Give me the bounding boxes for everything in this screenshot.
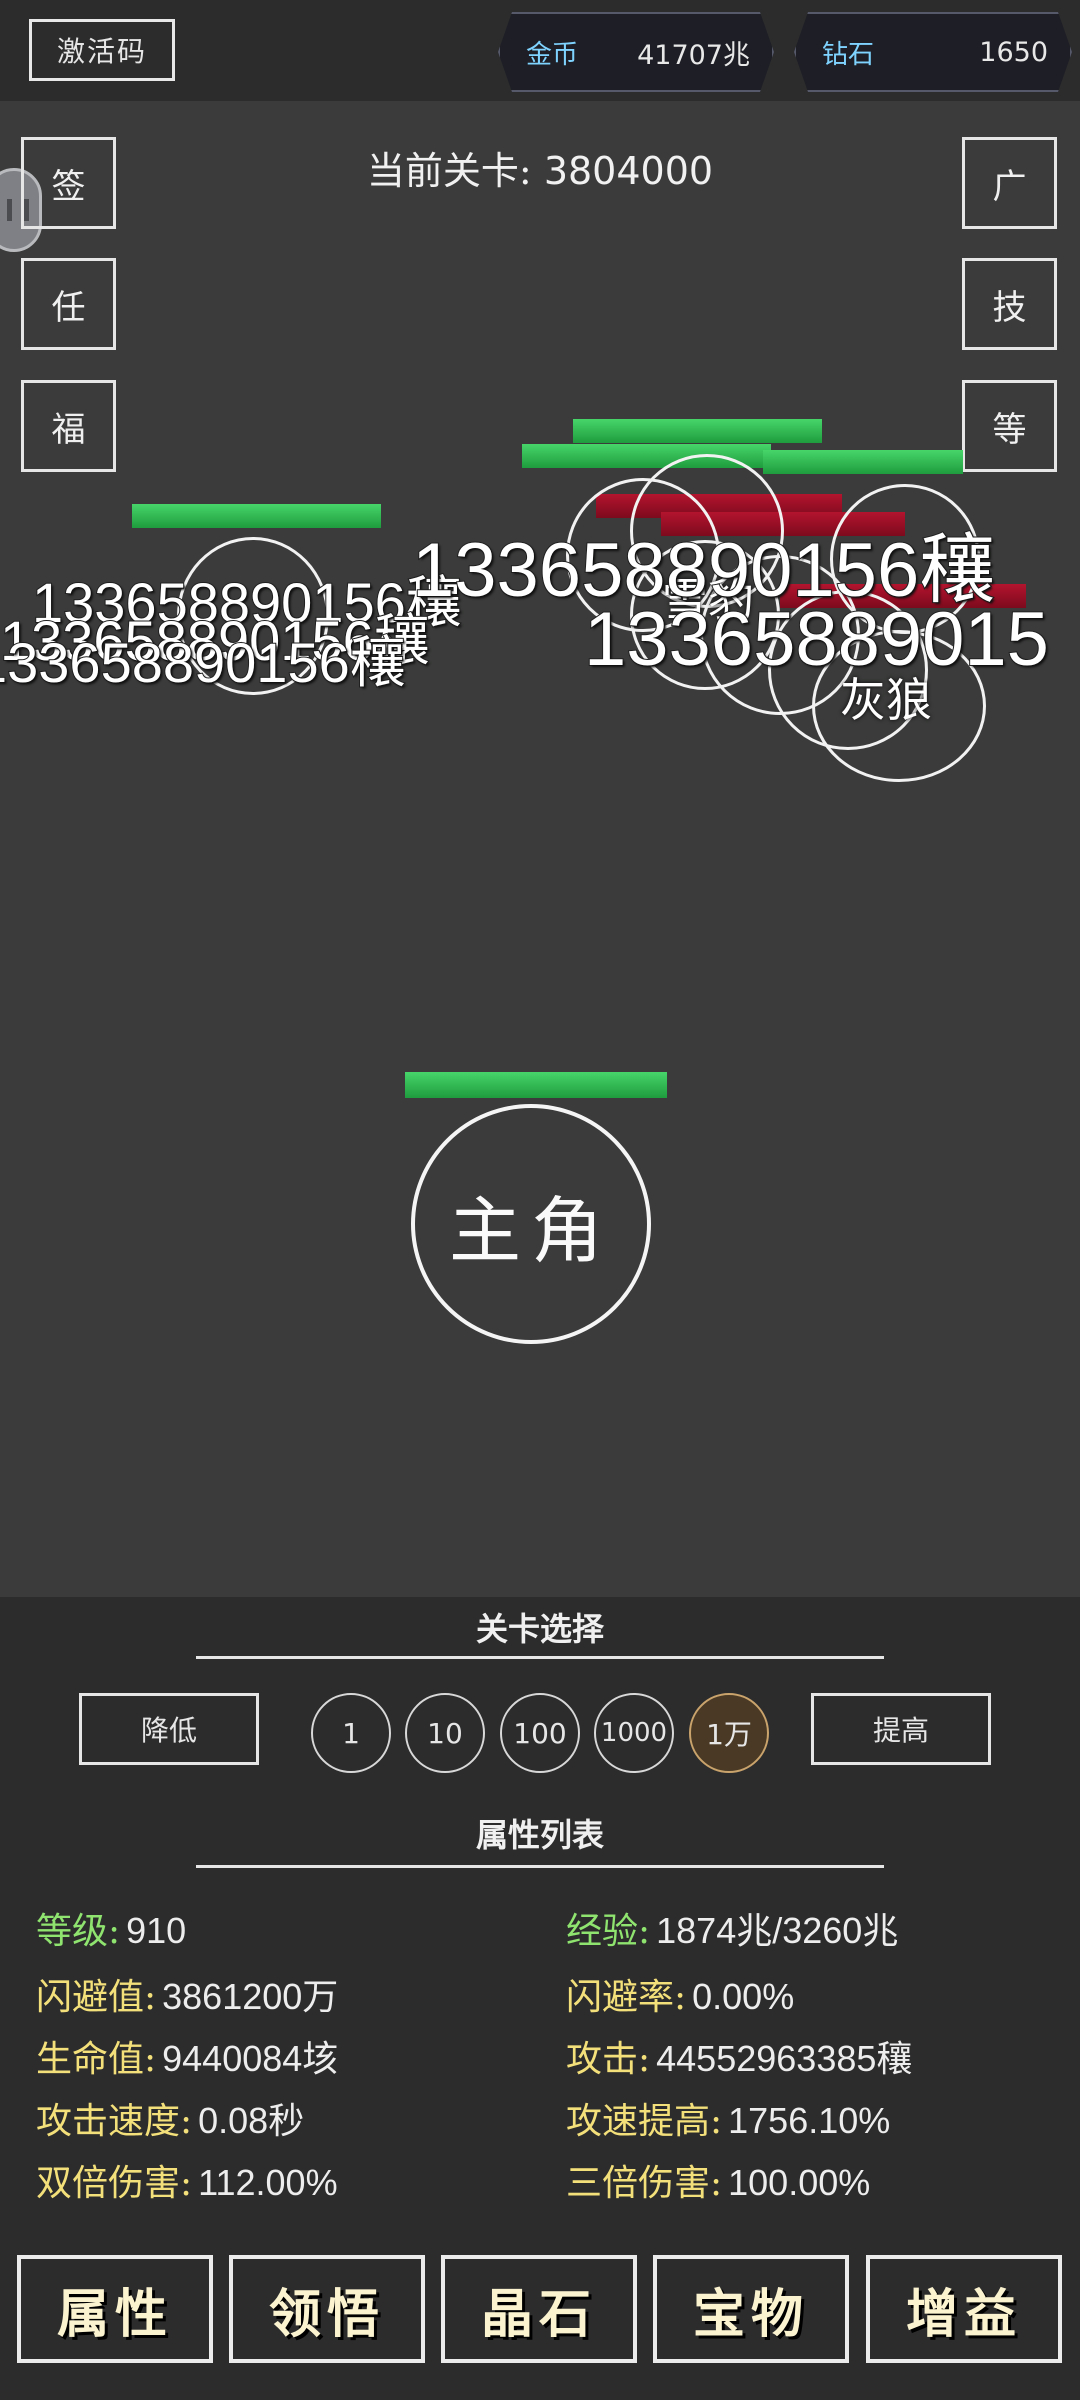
attr-value: 0.08秒 — [198, 2100, 305, 2141]
nav-attributes-button[interactable]: 属性 — [17, 2255, 213, 2363]
current-stage-value: 3804000 — [543, 149, 714, 193]
attr-attack-speed: 攻击速度: 0.08秒 — [36, 2092, 304, 2144]
damage-number: 133658890156穰 — [0, 630, 407, 695]
attr-double-damage: 双倍伤害: 112.00% — [36, 2154, 338, 2206]
diamond-counter: 钻石 1650 — [794, 12, 1072, 92]
hero-hp-bar — [405, 1072, 667, 1098]
attr-key: 攻击速度: — [36, 2101, 193, 2142]
attr-dodge-value: 闪避值: 3861200万 — [36, 1968, 338, 2020]
attr-value: 3861200万 — [162, 1976, 339, 2017]
attr-key: 经验: — [566, 1911, 651, 1952]
attr-value: 1756.10% — [728, 2100, 891, 2141]
attr-value: 44552963385穰 — [656, 2038, 913, 2079]
attr-attack: 攻击: 44552963385穰 — [566, 2030, 912, 2082]
enemy-hp-bar — [132, 504, 381, 528]
attr-level: 等级: 910 — [36, 1902, 186, 1954]
skill-button[interactable]: 技 — [962, 258, 1057, 350]
attr-experience: 经验: 1874兆/3260兆 — [566, 1902, 898, 1954]
nav-treasure-button[interactable]: 宝物 — [653, 2255, 849, 2363]
diamond-label: 钻石 — [822, 39, 875, 70]
step-1000-button[interactable]: 1000 — [594, 1693, 674, 1773]
attr-key: 闪避值: — [36, 1977, 157, 2018]
attr-dodge-rate: 闪避率: 0.00% — [566, 1968, 794, 2020]
attr-key: 等级: — [36, 1911, 121, 1952]
stage-select-title: 关卡选择 — [475, 1610, 604, 1648]
enemy-hp-bar — [763, 450, 963, 474]
attr-key: 双倍伤害: — [36, 2163, 193, 2204]
attr-hp: 生命值: 9440084垓 — [36, 2030, 338, 2082]
current-stage: 当前关卡: 3804000 — [0, 140, 1080, 195]
damage-number-cut: 13365889015 — [583, 596, 1050, 683]
diamond-value: 1650 — [979, 36, 1048, 68]
enemy-hp-bar — [573, 419, 822, 443]
attr-key: 生命值: — [36, 2039, 157, 2080]
attr-triple-damage: 三倍伤害: 100.00% — [566, 2154, 870, 2206]
decrease-stage-button[interactable]: 降低 — [79, 1693, 259, 1765]
gold-label: 金币 — [526, 39, 579, 70]
attr-value: 100.00% — [728, 2162, 871, 2203]
nav-comprehension-button[interactable]: 领悟 — [229, 2255, 425, 2363]
attr-value: 1874兆/3260兆 — [656, 1910, 899, 1951]
step-10-button[interactable]: 10 — [405, 1693, 485, 1773]
attr-key: 攻击: — [566, 2039, 651, 2080]
attr-value: 112.00% — [198, 2162, 338, 2203]
attr-attack-speed-bonus: 攻速提高: 1756.10% — [566, 2092, 890, 2144]
current-stage-label: 当前关卡: — [366, 149, 532, 193]
activation-code-button[interactable]: 激活码 — [29, 19, 175, 81]
attr-key: 攻速提高: — [566, 2101, 723, 2142]
step-10000-button[interactable]: 1万 — [689, 1693, 769, 1773]
attr-key: 闪避率: — [566, 1977, 687, 2018]
attr-key: 三倍伤害: — [566, 2163, 723, 2204]
level-button[interactable]: 等 — [962, 380, 1057, 472]
welfare-button[interactable]: 福 — [21, 380, 116, 472]
step-1-button[interactable]: 1 — [311, 1693, 391, 1773]
task-button[interactable]: 任 — [21, 258, 116, 350]
attr-value: 910 — [126, 1910, 187, 1951]
increase-stage-button[interactable]: 提高 — [811, 1693, 991, 1765]
gold-counter: 金币 41707兆 — [498, 12, 774, 92]
gold-value: 41707兆 — [637, 39, 750, 71]
attribute-list-title: 属性列表 — [475, 1816, 604, 1854]
attr-value: 9440084垓 — [162, 2038, 339, 2079]
nav-buff-button[interactable]: 增益 — [866, 2255, 1062, 2363]
step-100-button[interactable]: 100 — [500, 1693, 580, 1773]
top-bar: 激活码 金币 41707兆 钻石 1650 — [0, 0, 1080, 101]
hero-character: 主角 — [411, 1104, 651, 1344]
divider — [196, 1865, 884, 1868]
nav-crystal-button[interactable]: 晶石 — [441, 2255, 637, 2363]
attr-value: 0.00% — [692, 1976, 795, 2017]
divider — [196, 1656, 884, 1659]
